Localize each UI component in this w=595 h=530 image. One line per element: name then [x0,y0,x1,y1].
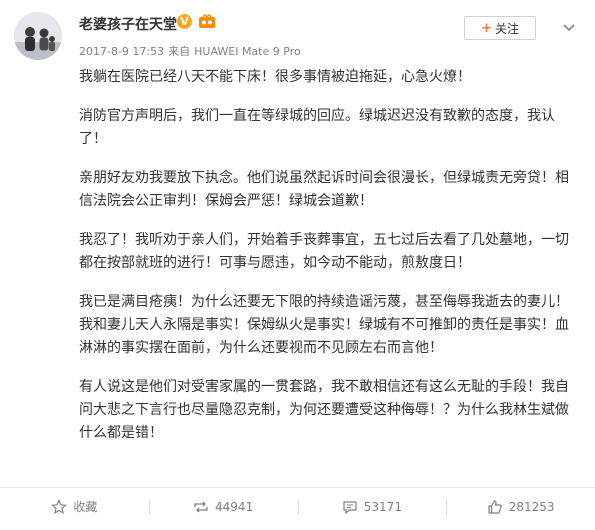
comment-count: 53171 [363,499,402,514]
like-count: 281253 [508,499,555,514]
chevron-down-icon[interactable] [560,18,578,36]
repost-button[interactable]: 44941 [148,488,298,525]
follow-label: 关注 [494,21,519,36]
post-paragraph: 消防官方声明后，我们一直在等绿城的回应。绿城迟迟没有致歉的态度，我认了！ [79,108,555,147]
verified-badge-icon: V [177,14,192,29]
post-paragraph: 有人说这是他们对受害家属的一贯套路，我不敢相信还有这么无耻的手段！我自问大悲之下… [79,379,569,441]
repost-count: 44941 [215,499,254,514]
star-icon [51,498,68,514]
post-paragraph: 我忍了！我听劝于亲人们，开始着手丧葬事宜，五七过后去看了几处墓地，一切都在按部就… [79,232,569,271]
post-timestamp[interactable]: 2017-8-9 17:53 [79,45,164,58]
weibo-post: 老婆孩子在天堂 V 2017-8-9 17:53 来自 HUAWEI Mate 9 … [0,0,595,530]
follow-button[interactable]: + 关注 [464,16,536,40]
comment-button[interactable]: 53171 [297,488,447,525]
favorite-button[interactable]: 收藏 [0,488,149,525]
post-paragraph: 亲朋好友劝我要放下执念。他们说虽然起诉时间会很漫长，但绿城责无旁贷！相信法院会公… [79,170,569,209]
post-source-prefix: 来自 [168,45,191,58]
username[interactable]: 老婆孩子在天堂 [79,14,177,34]
avatar-photo-icon [14,12,62,60]
post-device: HUAWEI Mate 9 Pro [194,45,301,58]
plus-icon: + [481,20,492,36]
post-meta: 2017-8-9 17:53 来自 HUAWEI Mate 9 Pro [79,43,305,59]
like-button[interactable]: 281253 [446,488,595,525]
avatar[interactable] [14,12,62,60]
thumbs-up-icon [488,499,502,514]
repost-icon [194,501,208,512]
comment-icon [343,500,357,514]
favorite-label: 收藏 [73,500,98,514]
post-content: 我躺在医院已经八天不能下床！很多事情被迫拖延，心急火燎！ 消防官方声明后，我们一… [79,66,575,461]
member-badge-icon [199,14,215,28]
post-paragraph: 我已是满目疮痍！为什么还要无下限的持续造谣污蔑，甚至侮辱我逝去的妻儿！我和妻儿天… [79,294,569,356]
action-bar: 收藏 44941 53171 281253 [0,487,595,525]
post-paragraph: 我躺在医院已经八天不能下床！很多事情被迫拖延，心急火燎！ [79,69,471,85]
